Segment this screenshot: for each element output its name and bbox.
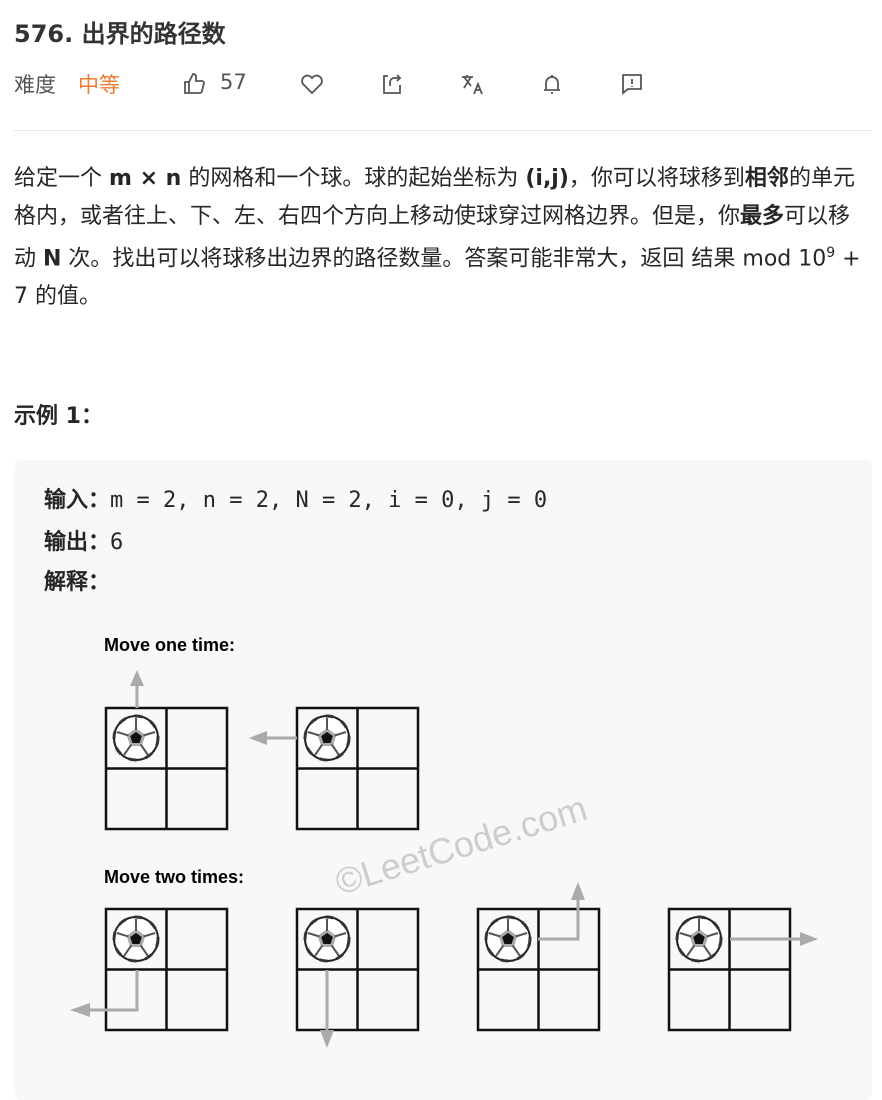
grid-5 [478,882,599,1030]
figure-label-one: Move one time: [104,635,235,655]
figure-label-two: Move two times: [104,867,244,887]
grid-3 [70,909,227,1030]
watermark: ©LeetCode.com [330,787,591,902]
grid-4 [297,909,418,1048]
example-figure: Move one time: Move two times: ©LeetCode… [70,635,818,1048]
grid-2 [249,708,418,829]
grid-6 [669,909,818,1030]
grid-1 [106,670,227,829]
